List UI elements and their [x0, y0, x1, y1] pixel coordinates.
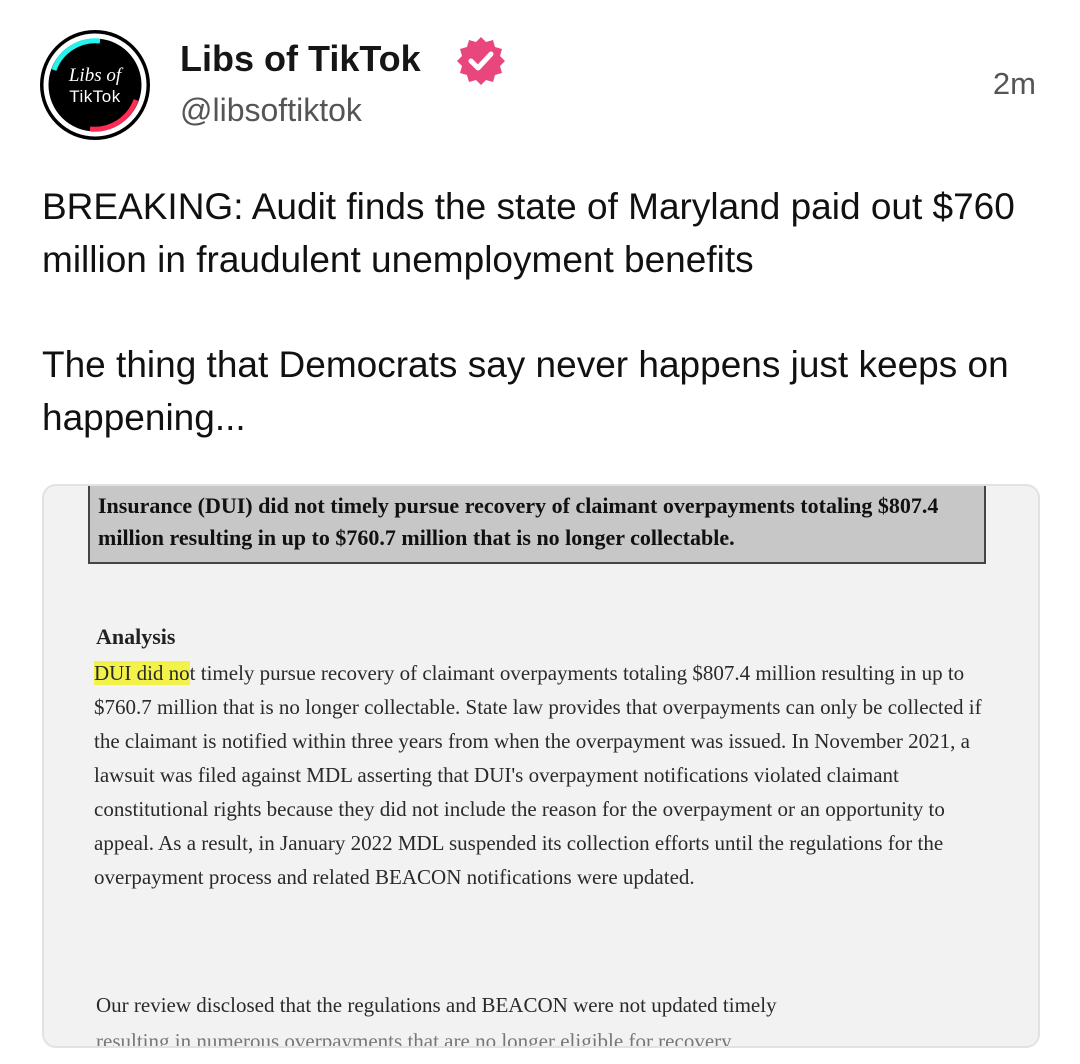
- attached-document-image[interactable]: Insurance (DUI) did not timely pursue re…: [42, 484, 1040, 1048]
- analysis-paragraph: DUI did not timely pursue recovery of cl…: [94, 656, 984, 894]
- document-scan: Insurance (DUI) did not timely pursue re…: [44, 486, 1038, 1046]
- avatar-logo-text: Libs of TikTok: [69, 66, 121, 105]
- review-line: Our review disclosed that the regulation…: [96, 993, 777, 1017]
- verified-badge-icon: [455, 35, 507, 92]
- user-handle[interactable]: @libsoftiktok: [180, 92, 362, 129]
- analysis-heading: Analysis: [96, 624, 176, 649]
- post-paragraph-2: The thing that Democrats say never happe…: [42, 344, 1009, 438]
- post-paragraph-1: BREAKING: Audit finds the state of Maryl…: [42, 186, 1015, 280]
- analysis-text: t timely pursue recovery of claimant ove…: [94, 661, 982, 889]
- avatar-line-2: TikTok: [69, 86, 121, 106]
- timestamp[interactable]: 2m: [993, 66, 1036, 102]
- cut-off-line: resulting in numerous overpayments that …: [96, 1029, 732, 1048]
- avatar-line-1: Libs of: [68, 64, 122, 86]
- display-name[interactable]: Libs of TikTok: [180, 38, 421, 80]
- avatar[interactable]: Libs of TikTok: [40, 30, 150, 140]
- post-body: BREAKING: Audit finds the state of Maryl…: [42, 180, 1042, 444]
- highlighted-text: DUI did no: [94, 661, 190, 685]
- finding-box: Insurance (DUI) did not timely pursue re…: [88, 486, 986, 564]
